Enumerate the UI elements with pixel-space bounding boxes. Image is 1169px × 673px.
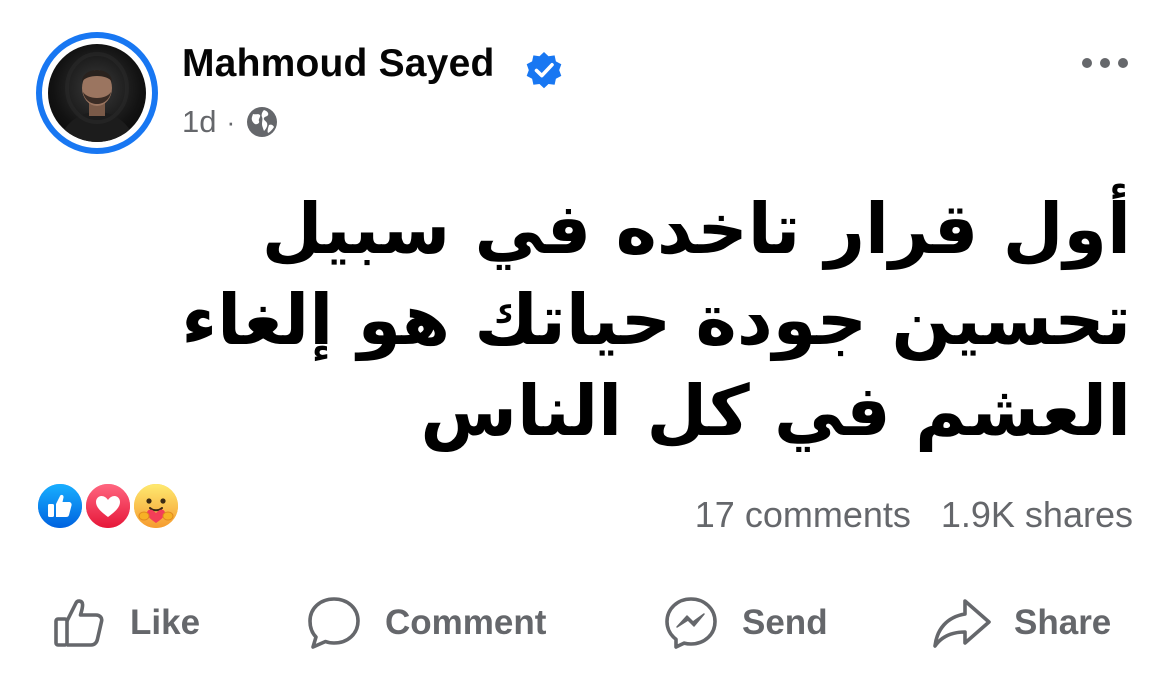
like-icon [54, 599, 104, 647]
send-button[interactable]: Send [662, 588, 828, 658]
messenger-icon [665, 597, 717, 649]
like-reaction-icon [35, 481, 85, 531]
shares-count[interactable]: 1.9K shares [941, 494, 1133, 536]
comment-button[interactable]: Comment [305, 588, 546, 658]
love-reaction-icon [83, 481, 133, 531]
profile-photo [48, 44, 146, 142]
avatar[interactable] [36, 32, 158, 154]
comments-count[interactable]: 17 comments [695, 494, 911, 536]
comment-label: Comment [385, 603, 547, 642]
author-name[interactable]: Mahmoud Sayed [182, 42, 495, 86]
send-label: Send [742, 603, 828, 642]
meta-separator: · [226, 106, 236, 137]
comment-icon [308, 597, 360, 649]
verified-badge-icon [526, 52, 562, 89]
globe-icon[interactable] [245, 105, 279, 139]
reaction-summary[interactable] [35, 481, 185, 533]
action-bar: Like Comment Send Share [0, 588, 1169, 658]
share-label: Share [1014, 603, 1112, 642]
timestamp[interactable]: 1d [182, 104, 216, 140]
like-button[interactable]: Like [52, 588, 200, 658]
like-label: Like [130, 603, 201, 642]
engagement-counts: 17 comments 1.9K shares [695, 494, 1133, 536]
post-text: أول قرار تاخده في سبيل تحسين جودة حياتك … [181, 188, 1131, 452]
post-card: Mahmoud Sayed 1d · أول قرار تاخده في سبي… [0, 0, 1169, 673]
more-options-icon[interactable] [1080, 52, 1130, 74]
share-icon [933, 599, 991, 648]
care-reaction-icon [131, 481, 181, 531]
post-meta: 1d · [182, 102, 279, 142]
share-button[interactable]: Share [932, 588, 1111, 658]
